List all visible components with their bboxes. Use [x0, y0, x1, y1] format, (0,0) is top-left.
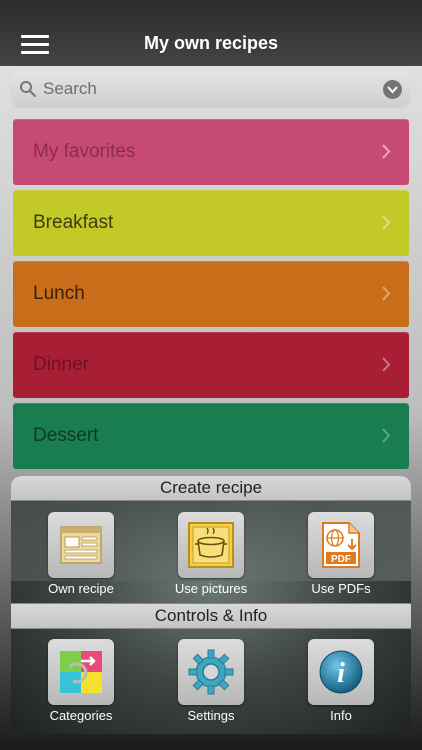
use-pdfs-button[interactable]: PDF Use PDFs — [293, 512, 389, 596]
category-breakfast[interactable]: Breakfast — [13, 190, 409, 256]
category-label: Breakfast — [33, 212, 114, 233]
category-label: Dinner — [33, 354, 89, 375]
category-label: Dessert — [33, 425, 99, 446]
chevron-right-icon — [382, 286, 391, 301]
recipe-form-icon — [60, 526, 102, 564]
page-title: My own recipes — [143, 33, 279, 53]
categories-grid-icon — [60, 651, 102, 693]
svg-text:i: i — [337, 658, 345, 689]
gear-icon — [188, 649, 234, 695]
info-label: Info — [330, 708, 352, 723]
category-dinner[interactable]: Dinner — [13, 332, 409, 398]
chevron-right-icon — [382, 215, 391, 230]
use-pictures-button[interactable]: Use pictures — [163, 512, 259, 596]
chevron-right-icon — [382, 357, 391, 372]
cooking-pot-icon — [188, 522, 234, 568]
categories-label: Categories — [49, 708, 113, 723]
action-panel: Create recipe Own recipe Use pictures PD… — [11, 476, 411, 734]
info-icon: i — [319, 650, 363, 694]
category-my-favorites[interactable]: My favorites — [13, 119, 409, 185]
search-input[interactable] — [43, 78, 373, 100]
categories-button[interactable]: Categories — [33, 639, 129, 723]
search-icon — [20, 81, 36, 97]
use-pictures-label: Use pictures — [174, 581, 248, 596]
search-bar — [11, 70, 411, 108]
own-recipe-button[interactable]: Own recipe — [33, 512, 129, 596]
category-lunch[interactable]: Lunch — [13, 261, 409, 327]
pdf-globe-icon: PDF — [322, 522, 360, 568]
chevron-right-icon — [382, 428, 391, 443]
category-label: My favorites — [33, 141, 136, 162]
svg-text:PDF: PDF — [331, 554, 351, 565]
info-button[interactable]: i Info — [293, 639, 389, 723]
section-header-create-recipe: Create recipe — [11, 476, 411, 501]
own-recipe-label: Own recipe — [48, 581, 114, 596]
settings-button[interactable]: Settings — [163, 639, 259, 723]
category-label: Lunch — [33, 283, 85, 304]
settings-label: Settings — [187, 708, 235, 723]
navigation-bar: My own recipes — [0, 0, 422, 66]
use-pdfs-label: Use PDFs — [311, 581, 371, 596]
chevron-right-icon — [382, 144, 391, 159]
category-dessert[interactable]: Dessert — [13, 403, 409, 469]
section-header-controls-info: Controls & Info — [11, 603, 411, 629]
chevron-down-circle-icon[interactable] — [383, 80, 402, 99]
